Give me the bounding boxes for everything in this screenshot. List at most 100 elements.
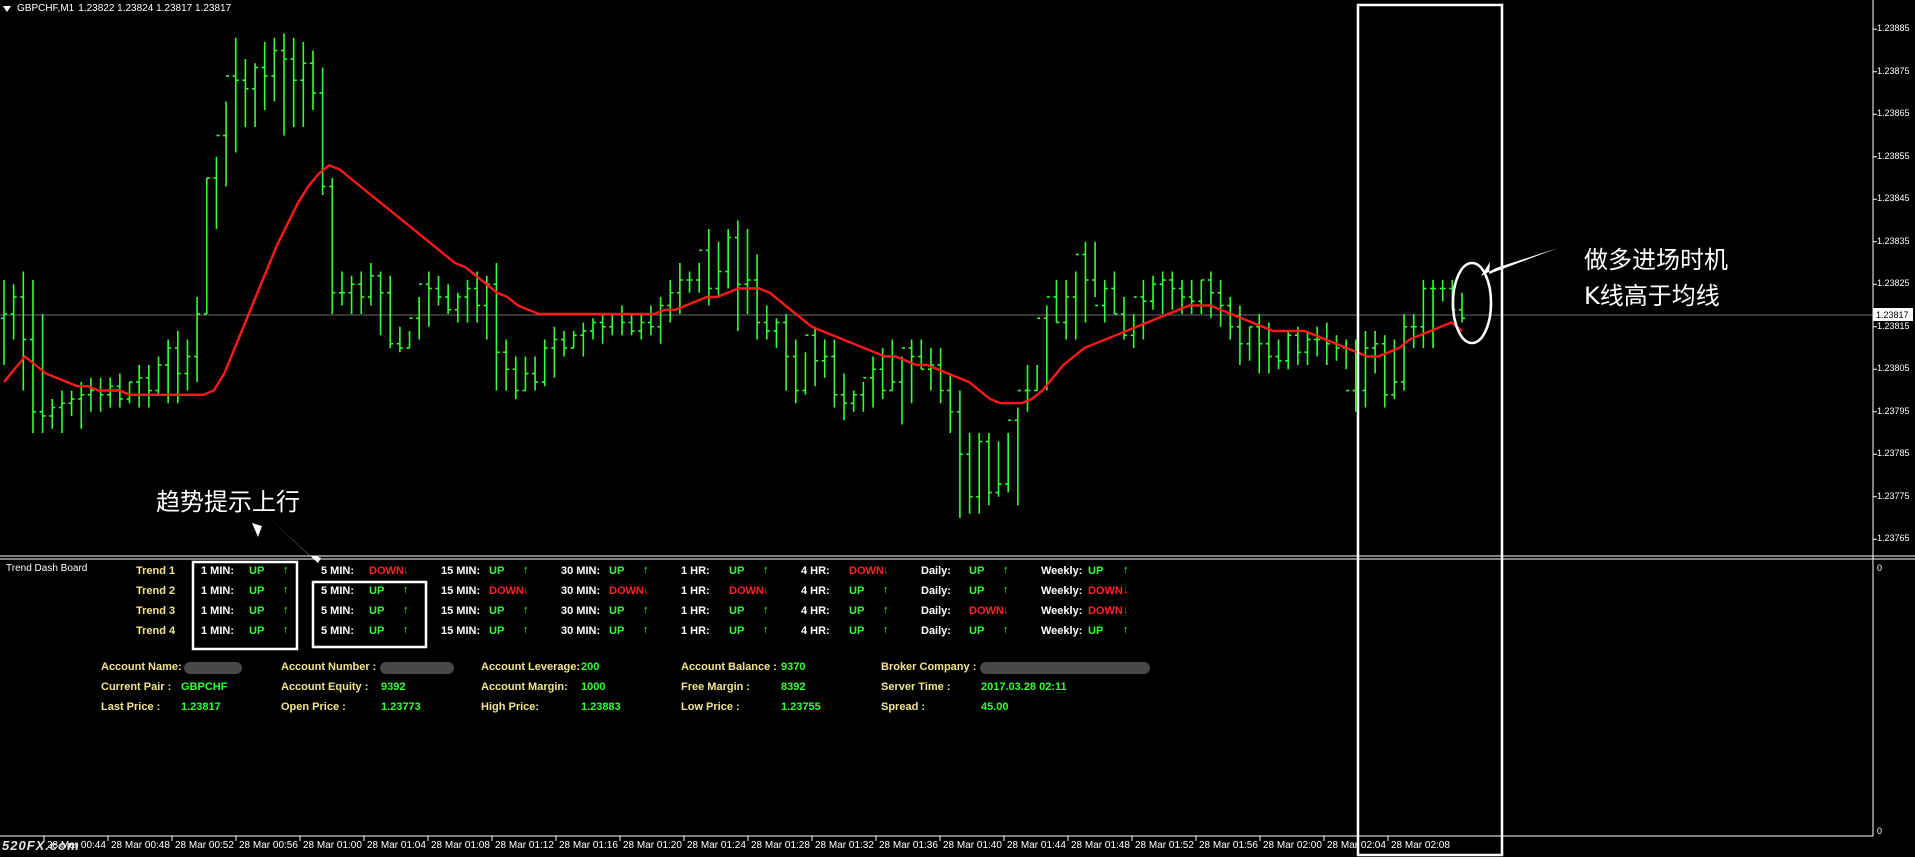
up-arrow-icon: ↑ bbox=[1003, 584, 1009, 596]
timeframe-label: 1 HR: bbox=[681, 565, 710, 577]
ohlc-bar bbox=[744, 229, 751, 314]
timeframe-label: 1 MIN: bbox=[201, 585, 234, 597]
trend-row-label: Trend 4 bbox=[136, 625, 176, 637]
price-scale-label: 1.23865 bbox=[1877, 108, 1910, 119]
account-field-label: Open Price : bbox=[281, 701, 346, 713]
trend-up-status: UP bbox=[849, 625, 865, 637]
ohlc-bar bbox=[1333, 335, 1340, 361]
trend-down-status: DOWN bbox=[609, 585, 644, 597]
account-field-label: Account Number : bbox=[281, 661, 377, 673]
time-axis-label: 28 Mar 01:52 bbox=[1135, 840, 1194, 851]
account-field-label: Account Name: bbox=[101, 661, 182, 673]
trend-row-label: Trend 1 bbox=[136, 565, 176, 577]
account-field-value: 1.23883 bbox=[581, 701, 621, 713]
ohlc-bar bbox=[309, 50, 316, 110]
ohlc-bar bbox=[1381, 335, 1388, 408]
annotation-trend-up: 趋势提示上行 bbox=[156, 488, 300, 516]
ohlc-bar bbox=[435, 275, 442, 306]
down-arrow-icon: ↓ bbox=[643, 584, 649, 596]
ohlc-bar bbox=[20, 271, 27, 391]
up-arrow-icon: ↑ bbox=[763, 624, 769, 636]
trend-up-status: UP bbox=[609, 625, 625, 637]
up-arrow-icon: ↑ bbox=[883, 624, 889, 636]
entry-highlight-box bbox=[1356, 3, 1504, 857]
trend-up-status: UP bbox=[729, 625, 745, 637]
trend-up-status: UP bbox=[849, 605, 865, 617]
ohlc-bar bbox=[937, 348, 944, 404]
ohlc-bar bbox=[387, 275, 394, 348]
ohlc-bar bbox=[628, 314, 635, 336]
watermark-logo: 520FX.com bbox=[2, 838, 80, 853]
trend-down-status: DOWN bbox=[849, 565, 884, 577]
ohlc-bar bbox=[1362, 331, 1369, 408]
time-axis-label: 28 Mar 02:04 bbox=[1327, 840, 1386, 851]
down-arrow-icon: ↓ bbox=[1003, 604, 1009, 616]
timeframe-label: 1 HR: bbox=[681, 605, 710, 617]
ohlc-bar bbox=[850, 390, 857, 412]
ohlc-bar bbox=[570, 331, 577, 349]
trend-row-label: Trend 2 bbox=[136, 585, 176, 597]
ohlc-bar bbox=[242, 59, 249, 127]
account-field-value: 9392 bbox=[381, 681, 406, 693]
ohlc-bar bbox=[232, 37, 239, 153]
ohlc-bar bbox=[261, 42, 268, 110]
account-field-label: Server Time : bbox=[881, 681, 951, 693]
timeframe-label: Weekly: bbox=[1041, 565, 1083, 577]
account-field-label: Account Margin: bbox=[481, 681, 568, 693]
trend-up-status: UP bbox=[489, 605, 505, 617]
price-scale-label: 1.23775 bbox=[1877, 490, 1910, 501]
ohlc-bar bbox=[1227, 297, 1234, 340]
ohlc-bar bbox=[589, 318, 596, 340]
ohlc-bar bbox=[754, 254, 761, 340]
ohlc-bar bbox=[1111, 271, 1118, 315]
down-arrow-icon: ↓ bbox=[883, 564, 889, 576]
ohlc-bar bbox=[1063, 280, 1070, 340]
price-scale-label: 1.23885 bbox=[1877, 23, 1910, 34]
account-field-label: Account Leverage: bbox=[481, 661, 581, 673]
annotation-arrow-left-1 bbox=[252, 523, 262, 537]
ohlc-bar bbox=[1217, 280, 1224, 327]
timeframe-label: Daily: bbox=[921, 625, 951, 637]
ohlc-bar bbox=[1024, 365, 1031, 412]
account-field-value: 2017.03.28 02:11 bbox=[981, 681, 1067, 693]
chart-symbol-header[interactable]: GBPCHF,M1 1.23822 1.23824 1.23817 1.2381… bbox=[3, 3, 231, 14]
timeframe-label: Daily: bbox=[921, 565, 951, 577]
ohlc-bar bbox=[1092, 241, 1099, 307]
up-arrow-icon: ↑ bbox=[763, 564, 769, 576]
subwindow-scale-bottom: 0 bbox=[1877, 826, 1883, 836]
timeframe-label: Weekly: bbox=[1041, 605, 1083, 617]
account-field-label: Last Price : bbox=[101, 701, 161, 713]
price-chart[interactable]: 1.23817 bbox=[0, 0, 1915, 857]
trend-down-status: DOWN bbox=[1088, 585, 1123, 597]
down-arrow-icon: ↓ bbox=[763, 584, 769, 596]
mt4-chart-window[interactable]: 1.23817 GBPCHF,M1 1.23822 1.23824 1.2381… bbox=[0, 0, 1915, 857]
ohlc-bar bbox=[1236, 305, 1243, 365]
ohlc-bar bbox=[1256, 314, 1263, 374]
price-scale-label: 1.23855 bbox=[1877, 150, 1910, 161]
trend-up-status: UP bbox=[369, 605, 385, 617]
ohlc-bar bbox=[136, 365, 143, 408]
annotation-entry-line2: K线高于均线 bbox=[1584, 282, 1720, 310]
account-field-value: 200 bbox=[581, 661, 600, 673]
price-scale-label: 1.23875 bbox=[1877, 65, 1910, 76]
account-field-label: Low Price : bbox=[681, 701, 740, 713]
ohlc-bar bbox=[1053, 280, 1060, 324]
ohlc-readout: 1.23822 1.23824 1.23817 1.23817 bbox=[78, 3, 232, 14]
dropdown-triangle-icon[interactable] bbox=[3, 5, 11, 12]
up-arrow-icon: ↑ bbox=[523, 624, 529, 636]
ohlc-bar bbox=[889, 339, 896, 392]
ohlc-bar bbox=[609, 313, 616, 336]
ohlc-bar bbox=[252, 63, 259, 127]
ohlc-bar bbox=[966, 433, 973, 514]
ohlc-bar bbox=[1294, 326, 1301, 365]
ohlc-bar bbox=[1101, 280, 1108, 323]
ohlc-bar bbox=[1159, 271, 1166, 314]
ohlc-bar bbox=[696, 249, 703, 293]
up-arrow-icon: ↑ bbox=[763, 604, 769, 616]
timeframe-label: Daily: bbox=[921, 585, 951, 597]
account-field-value: 1000 bbox=[581, 681, 606, 693]
ohlc-bar bbox=[1430, 280, 1437, 348]
timeframe-label: 15 MIN: bbox=[441, 625, 481, 637]
price-scale-label: 1.23845 bbox=[1877, 193, 1910, 204]
timeframe-label: 1 MIN: bbox=[201, 625, 234, 637]
